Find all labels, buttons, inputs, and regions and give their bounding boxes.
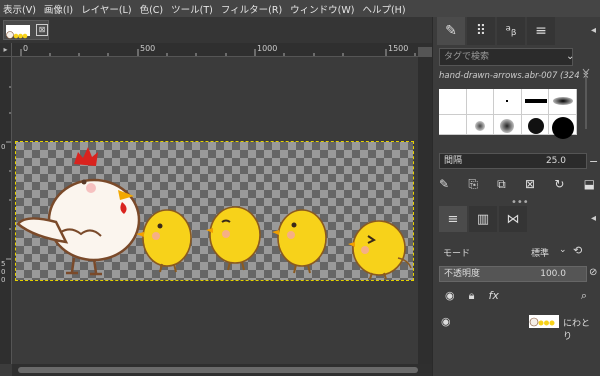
dock-menu-icon[interactable]: ◂ — [591, 25, 596, 36]
visibility-eye-icon[interactable]: ◉ — [441, 315, 451, 328]
opacity-field[interactable]: 不透明度 100.0 — [439, 266, 587, 282]
right-dock: ✎ ⠿ ᵃᵦ ≡ ◂ タグで検索 ⌄ hand-drawn-arrows.abr… — [432, 17, 600, 376]
menu-tools[interactable]: ツール(T) — [168, 2, 218, 16]
scrollbar-thumb[interactable] — [18, 367, 418, 373]
delete-brush-icon[interactable]: ⊠ — [525, 177, 535, 195]
ruler-label: 1000 — [257, 44, 278, 53]
dock-menu-icon[interactable]: ◂ — [591, 213, 596, 224]
image-canvas[interactable] — [12, 57, 432, 364]
ruler-label: 500 — [140, 44, 156, 53]
brush-spacing-field[interactable]: 間隔 25.0 — [439, 153, 587, 169]
menu-help[interactable]: ヘルプ(H) — [359, 2, 410, 16]
fx-icon[interactable]: fx — [488, 289, 498, 307]
mode-select[interactable]: 標準 — [531, 246, 549, 259]
vertical-ruler: 0 5 0 0 — [0, 57, 12, 364]
edit-brush-icon[interactable]: ✎ — [439, 177, 449, 195]
brush-item[interactable] — [439, 89, 467, 115]
brush-name: hand-drawn-arrows.abr-007 (324 × — [439, 71, 590, 81]
document-history-tab-icon[interactable]: ≡ — [527, 17, 555, 45]
brush-item[interactable] — [494, 115, 522, 135]
brushes-tab-icon[interactable]: ✎ — [437, 17, 465, 45]
menu-color[interactable]: 色(C) — [137, 2, 169, 16]
menu-layer[interactable]: レイヤー(L) — [78, 2, 136, 16]
chick-illustration — [206, 206, 261, 271]
layers-dock-tabs: ≡ ▥ ⋈ — [439, 206, 527, 232]
search-icon[interactable]: ⌕ — [581, 289, 587, 307]
brush-item[interactable] — [439, 115, 467, 135]
ruler-label: 5 — [1, 260, 6, 268]
close-tab-icon[interactable]: ⊠ — [36, 24, 48, 36]
brush-actions-row: ✎ ⎘ ⧉ ⊠ ↻ ⬓ — [439, 177, 595, 195]
open-as-image-icon[interactable]: ⬓ — [584, 177, 595, 195]
brush-item[interactable] — [521, 115, 550, 135]
duplicate-brush-icon[interactable]: ⧉ — [497, 177, 506, 195]
layer-thumbnail — [529, 315, 559, 328]
menu-bar: 表示(V) 画像(I) レイヤー(L) 色(C) ツール(T) フィルター(R)… — [0, 0, 600, 17]
brush-item[interactable] — [549, 89, 577, 115]
paths-tab-icon[interactable]: ⋈ — [499, 206, 527, 232]
ruler-label: 0 — [23, 44, 29, 53]
menu-windows[interactable]: ウィンドウ(W) — [287, 2, 359, 16]
fonts-tab-icon[interactable]: ᵃᵦ — [497, 17, 525, 45]
layer-lock-row: ◉ 🔒︎ fx ⌕ — [439, 289, 595, 307]
chick-illustration — [348, 220, 412, 280]
image-thumbnail — [6, 25, 30, 39]
vertical-scrollbar[interactable] — [418, 57, 432, 364]
layer-item[interactable]: ◉ にわとり — [435, 313, 597, 342]
layer-mode-row: モード 標準 ⌄ ⟲ — [439, 243, 595, 261]
spacing-value[interactable]: 25.0 — [546, 154, 566, 168]
horizontal-ruler: 0 500 1000 1500 — [12, 43, 432, 57]
layer-name[interactable]: にわとり — [563, 316, 597, 342]
new-brush-icon[interactable]: ⎘ — [468, 177, 478, 195]
ruler-corner-toggle[interactable]: ▸ — [0, 43, 12, 57]
hen-illustration — [16, 147, 141, 276]
ruler-label: 0 — [1, 268, 6, 276]
chevron-down-icon[interactable]: ⌄ — [559, 245, 567, 255]
mode-label: モード — [443, 249, 471, 259]
brush-dock-tabs: ✎ ⠿ ᵃᵦ ≡ — [437, 17, 555, 45]
opacity-label: 不透明度 — [444, 269, 481, 279]
brush-grid[interactable] — [439, 89, 577, 139]
spacing-label: 間隔 — [444, 156, 463, 166]
tag-search-input[interactable]: タグで検索 ⌄ — [439, 48, 574, 66]
brush-list-scrollbar[interactable] — [579, 65, 593, 135]
horizontal-scrollbar[interactable] — [12, 364, 432, 376]
menu-filters[interactable]: フィルター(R) — [218, 2, 287, 16]
menu-image[interactable]: 画像(I) — [41, 2, 78, 16]
mode-reset-icon[interactable]: ⟲ — [573, 244, 582, 257]
patterns-tab-icon[interactable]: ⠿ — [467, 17, 495, 45]
brush-item[interactable] — [549, 115, 577, 139]
layers-tab-icon[interactable]: ≡ — [439, 206, 467, 232]
chick-illustration — [136, 209, 192, 273]
refresh-brushes-icon[interactable]: ↻ — [554, 177, 564, 195]
eye-icon[interactable]: ◉ — [445, 289, 455, 307]
spacing-decrement-icon[interactable]: − — [589, 155, 598, 168]
tag-search-placeholder: タグで検索 — [444, 52, 490, 62]
brush-item[interactable] — [466, 115, 495, 135]
chevron-down-icon[interactable]: ⌄ — [566, 49, 574, 65]
brush-item[interactable] — [494, 89, 522, 115]
lock-icon[interactable]: 🔒︎ — [469, 289, 475, 307]
menu-view[interactable]: 表示(V) — [0, 2, 41, 16]
brush-item[interactable] — [466, 89, 495, 115]
opacity-value[interactable]: 100.0 — [540, 267, 566, 281]
chick-illustration — [272, 209, 327, 274]
brush-item[interactable] — [521, 89, 550, 115]
image-tab-bar: ⊠ — [0, 17, 432, 43]
ruler-label: 0 — [1, 276, 6, 284]
channels-tab-icon[interactable]: ▥ — [469, 206, 497, 232]
ruler-label: 1500 — [388, 44, 409, 53]
ruler-label: 0 — [1, 143, 6, 151]
layer-boundary — [15, 141, 414, 281]
chickens-image — [16, 147, 412, 280]
opacity-reset-icon[interactable]: ⊘ — [589, 267, 597, 278]
image-tab[interactable]: ⊠ — [3, 20, 49, 40]
